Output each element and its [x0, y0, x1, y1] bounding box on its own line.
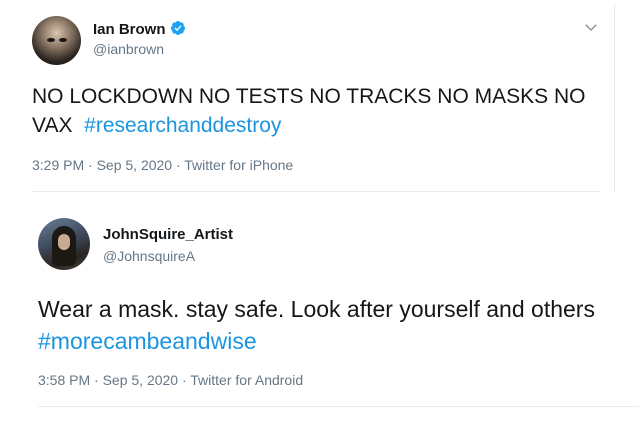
author-name[interactable]: JohnSquire_Artist	[103, 226, 233, 243]
tweet-card-ianbrown[interactable]: Ian Brown @ianbrown NO LOCKDOWN NO TESTS…	[14, 4, 615, 192]
author-handle[interactable]: @JohnsquireA	[103, 248, 195, 264]
avatar[interactable]	[38, 218, 90, 270]
author-handle[interactable]: @ianbrown	[93, 41, 164, 57]
hashtag-link[interactable]: #researchanddestroy	[84, 114, 281, 137]
avatar-detail	[58, 234, 70, 250]
author-name-text[interactable]: Ian Brown	[93, 21, 166, 38]
avatar-detail	[47, 38, 55, 42]
chevron-down-icon[interactable]	[582, 18, 600, 36]
author-name[interactable]: Ian Brown	[93, 20, 186, 38]
verified-badge-icon	[170, 21, 185, 35]
avatar[interactable]	[32, 16, 81, 65]
hashtag-link[interactable]: #morecambeandwise	[38, 325, 638, 357]
tweet-timestamp[interactable]: 3:58 PM · Sep 5, 2020 · Twitter for Andr…	[38, 372, 303, 388]
tweet-card-johnsquire[interactable]: JohnSquire_Artist @JohnsquireA Wear a ma…	[22, 205, 639, 413]
avatar-detail	[59, 38, 67, 42]
divider	[32, 191, 600, 192]
divider	[38, 406, 639, 407]
tweet-text: Wear a mask. stay safe. Look after yours…	[38, 293, 638, 357]
tweet-text: NO LOCKDOWN NO TESTS NO TRACKS NO MASKS …	[32, 82, 607, 140]
tweet-timestamp[interactable]: 3:29 PM · Sep 5, 2020 · Twitter for iPho…	[32, 157, 293, 173]
tweet-text-content: Wear a mask. stay safe. Look after yours…	[38, 296, 595, 322]
